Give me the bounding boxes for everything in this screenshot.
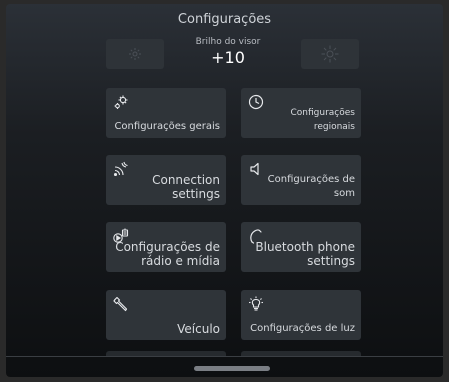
tile-sound-settings[interactable]: Configurações de som [241,155,361,205]
brightness-value: +10 [211,48,245,67]
tile-label: Configurações de som [267,174,355,199]
tile-label: Connection settings [112,173,220,201]
tile-light-settings[interactable]: Configurações de luz [241,290,361,340]
settings-screen: Configurações Brilho do visor +10 Config… [6,4,443,377]
tile-label-line1: Configurações de [115,240,220,254]
brightness-label: Brilho do visor [195,37,261,47]
wrench-icon [113,296,128,312]
brightness-increase-button[interactable] [301,39,359,69]
tile-bluetooth-phone-settings[interactable]: Bluetooth phone settings [241,222,361,272]
home-indicator-bar[interactable] [194,366,270,371]
tile-label-line1: Bluetooth phone [255,240,355,254]
tile-label-line2: rádio e mídia [141,254,220,268]
brightness-decrease-button[interactable] [106,39,164,69]
tile-label: Configurações de rádio e mídia [112,240,220,268]
tile-label: Configurações gerais [114,121,220,132]
tile-radio-media-settings[interactable]: Configurações de rádio e mídia [106,222,226,272]
tile-label-line2: settings [172,187,220,201]
brightness-display: Brilho do visor +10 [180,37,276,67]
tile-label: Configurações de luz [250,323,355,334]
gears-icon [114,95,128,109]
tile-connection-settings[interactable]: Connection settings [106,155,226,205]
lightbulb-icon [249,296,263,311]
tile-vehicle-settings[interactable]: Veículo [106,290,226,340]
bottom-divider [6,356,443,357]
tile-label-line2: settings [307,254,355,268]
sun-bright-icon [321,45,339,63]
page-title: Configurações [177,12,272,27]
sun-dim-icon [129,48,141,60]
tile-label-line1: Connection [152,173,220,187]
tile-regional-settings[interactable]: Configurações regionais [241,88,361,138]
tile-label: Veículo [177,322,220,336]
tile-general-settings[interactable]: Configurações gerais [106,88,226,138]
tile-label: Configurações regionais [290,108,355,132]
tile-label: Bluetooth phone settings [247,240,355,268]
